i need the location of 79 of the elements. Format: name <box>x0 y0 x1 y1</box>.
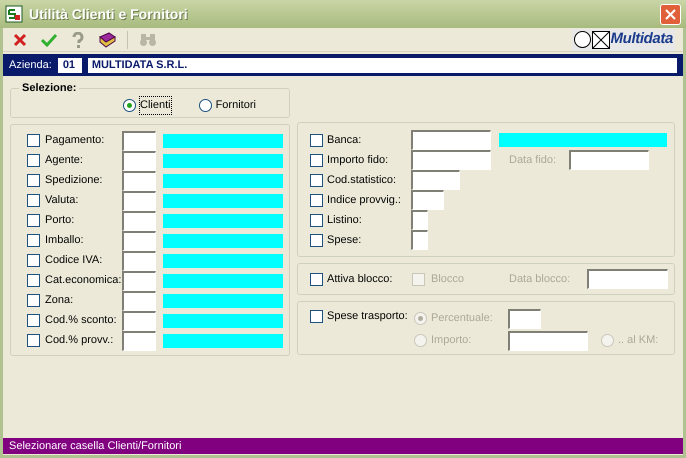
checkbox[interactable] <box>27 134 40 147</box>
checkbox[interactable] <box>310 134 323 146</box>
close-icon <box>665 8 676 20</box>
company-code: 01 <box>58 58 82 72</box>
field-label: Importo fido: <box>327 152 390 168</box>
input-field[interactable] <box>122 230 156 250</box>
input-field[interactable] <box>569 150 649 170</box>
input-field[interactable] <box>411 210 428 230</box>
input-field[interactable] <box>122 290 156 310</box>
checkbox[interactable] <box>27 154 40 167</box>
input-field[interactable] <box>122 250 156 270</box>
field-label: Spese trasporto: <box>327 309 409 324</box>
checkbox[interactable] <box>27 194 40 207</box>
input-field[interactable] <box>411 150 491 170</box>
checkbox[interactable] <box>310 234 323 246</box>
field-label: Attiva blocco: <box>327 272 394 287</box>
close-button[interactable] <box>660 4 681 24</box>
company-label: Azienda: <box>9 58 52 73</box>
status-bar: Selezionare casella Clienti/Fornitori <box>3 438 683 454</box>
checkbox[interactable] <box>27 174 40 187</box>
close-icon[interactable] <box>13 32 27 46</box>
field-label: Pagamento: <box>45 133 106 148</box>
window-title: Utilità Clienti e Fornitori <box>29 4 189 24</box>
input-field[interactable] <box>587 269 668 289</box>
input-field[interactable] <box>411 190 444 210</box>
help-icon[interactable] <box>72 32 84 48</box>
field-label: Blocco <box>431 272 466 287</box>
input-field[interactable] <box>122 190 156 210</box>
field-label: Codice IVA: <box>45 253 104 268</box>
radio-button[interactable] <box>198 99 212 112</box>
checkbox[interactable] <box>27 214 40 227</box>
field-label: Imballo: <box>45 233 85 248</box>
field-label: Agente: <box>45 153 84 168</box>
field-label: Data fido: <box>508 152 558 168</box>
checkbox[interactable] <box>310 194 323 206</box>
input-field[interactable] <box>122 270 156 290</box>
field-label: Zona: <box>45 293 74 308</box>
checkbox[interactable] <box>27 314 40 327</box>
checkbox[interactable] <box>310 214 323 226</box>
field-label: Indice provvig.: <box>327 192 402 208</box>
field-label: Cod.% sconto: <box>45 313 118 328</box>
input-field[interactable] <box>122 170 156 190</box>
field-label: Listino: <box>327 212 363 228</box>
field-label: Valuta: <box>45 193 80 208</box>
radio-label: Fornitori <box>216 98 256 114</box>
checkbox[interactable] <box>27 234 40 247</box>
checkbox[interactable] <box>310 272 323 286</box>
checkbox[interactable] <box>27 294 40 307</box>
field-label: Spedizione: <box>45 173 104 188</box>
checkmark-icon[interactable] <box>41 32 57 46</box>
field-label: .. al KM: <box>618 333 658 348</box>
input-field[interactable] <box>411 230 428 250</box>
field-label: Cod.statistico: <box>327 172 398 188</box>
field-label: Banca: <box>327 132 362 148</box>
field-label: Percentuale: <box>431 311 494 326</box>
field-label: Cod.% provv.: <box>45 333 114 348</box>
input-field[interactable] <box>122 150 156 170</box>
checkbox[interactable] <box>310 154 323 166</box>
company-name: MULTIDATA S.R.L. <box>88 58 677 72</box>
field-label: Spese: <box>327 232 362 248</box>
input-field[interactable] <box>122 310 156 330</box>
checkbox[interactable] <box>310 174 323 186</box>
input-field[interactable] <box>411 170 460 190</box>
field-label: Importo: <box>431 333 472 348</box>
input-field[interactable] <box>411 130 491 150</box>
radio-label: Clienti <box>140 97 171 114</box>
input-field[interactable] <box>122 130 156 150</box>
logo: Multidata <box>572 28 675 50</box>
field-label: Data blocco: <box>509 272 572 287</box>
book-icon[interactable] <box>98 32 116 48</box>
checkbox[interactable] <box>27 334 40 347</box>
input-field[interactable] <box>122 330 156 350</box>
radio-button[interactable] <box>123 99 136 112</box>
checkbox[interactable] <box>27 254 40 267</box>
checkbox[interactable] <box>27 274 40 287</box>
app-icon <box>5 5 23 23</box>
field-label: Porto: <box>45 213 76 228</box>
field-label: Cat.economica: <box>45 273 122 288</box>
input-field[interactable] <box>122 210 156 230</box>
